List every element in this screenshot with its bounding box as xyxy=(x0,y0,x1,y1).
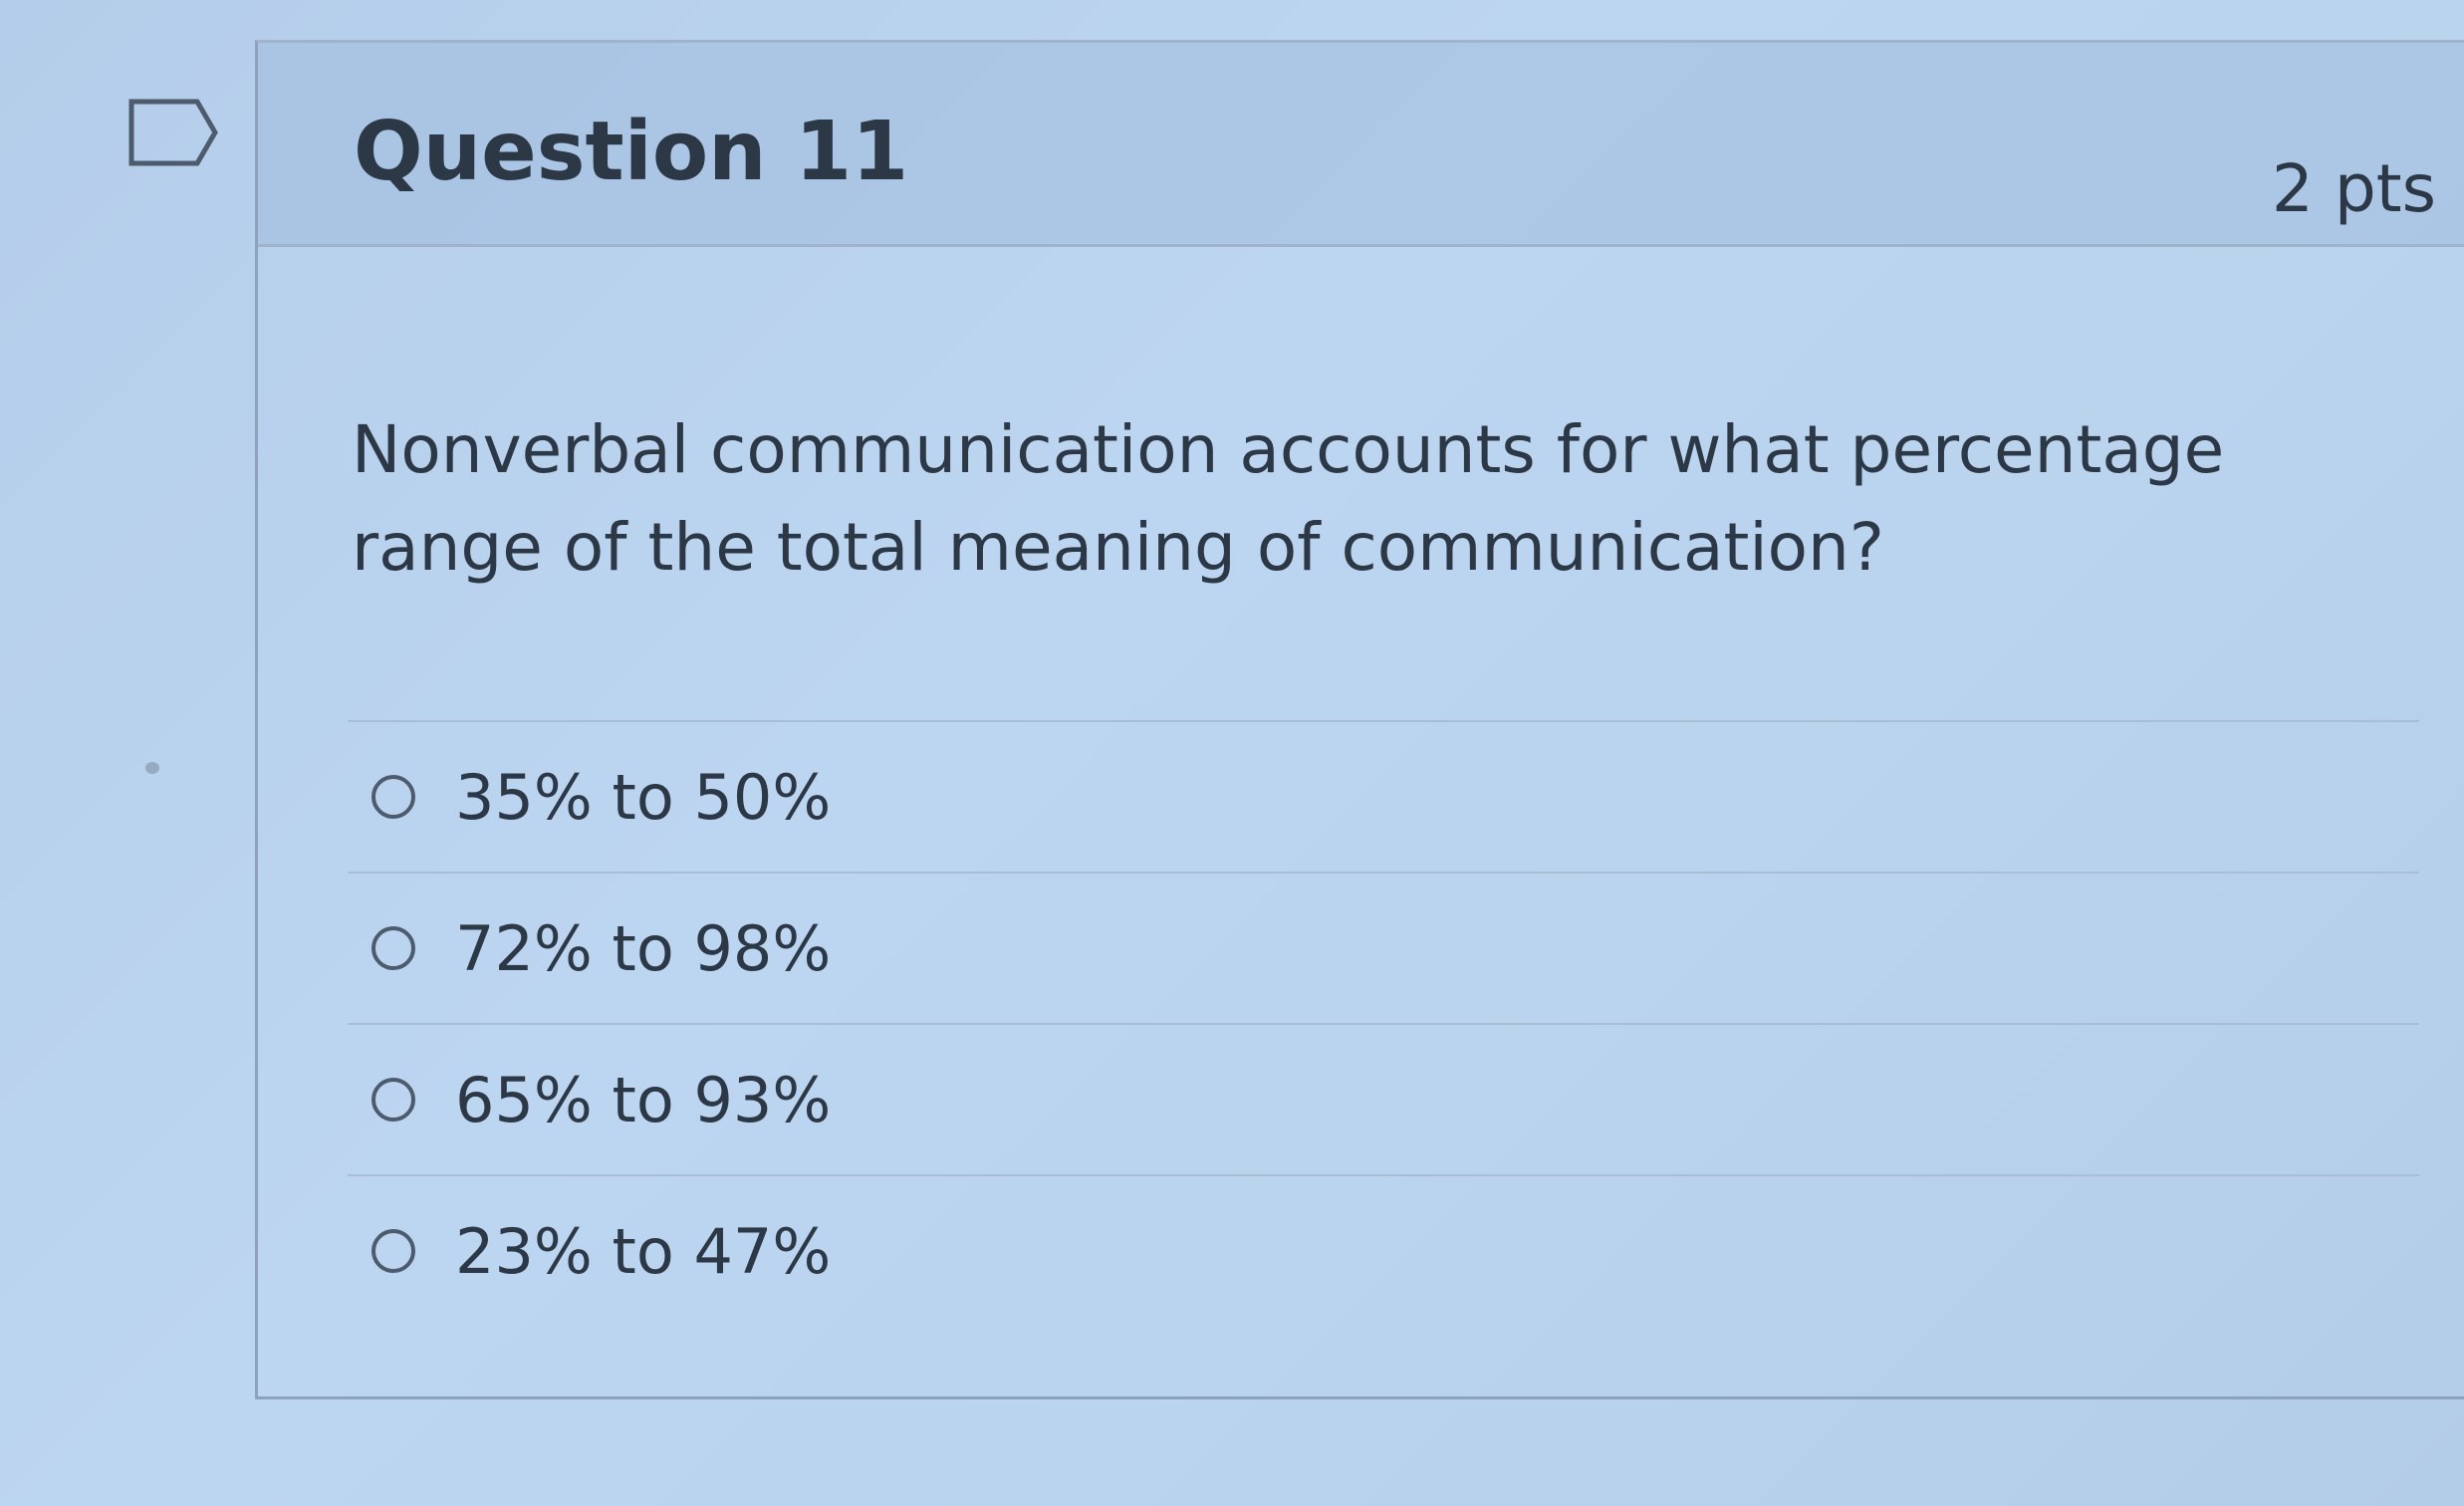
question-text: Nonverbal communication accounts for wha… xyxy=(352,411,2225,586)
answer-option-1[interactable]: 35% to 50% xyxy=(348,720,2419,872)
answer-label: 72% to 98% xyxy=(455,911,832,985)
radio-button[interactable] xyxy=(371,1229,415,1273)
radio-button[interactable] xyxy=(371,1078,415,1122)
question-header: Question 11 2 pts xyxy=(258,43,2464,247)
answer-list: 35% to 50% 72% to 98% 65% to 93% 23% to … xyxy=(348,720,2419,1326)
answer-label: 35% to 50% xyxy=(455,760,832,834)
flag-question-icon[interactable] xyxy=(127,98,219,167)
radio-button[interactable] xyxy=(371,926,415,970)
answer-option-3[interactable]: 65% to 93% xyxy=(348,1023,2419,1174)
radio-button[interactable] xyxy=(371,775,415,819)
answer-option-4[interactable]: 23% to 47% xyxy=(348,1174,2419,1326)
answer-label: 65% to 93% xyxy=(455,1063,832,1136)
stray-mark xyxy=(145,762,159,774)
question-card: Question 11 2 pts Nonverbal communicatio… xyxy=(255,40,2464,1399)
answer-label: 23% to 47% xyxy=(455,1214,832,1288)
answer-option-2[interactable]: 72% to 98% xyxy=(348,872,2419,1023)
question-title: Question 11 xyxy=(354,105,909,199)
question-points: 2 pts xyxy=(2271,150,2436,227)
